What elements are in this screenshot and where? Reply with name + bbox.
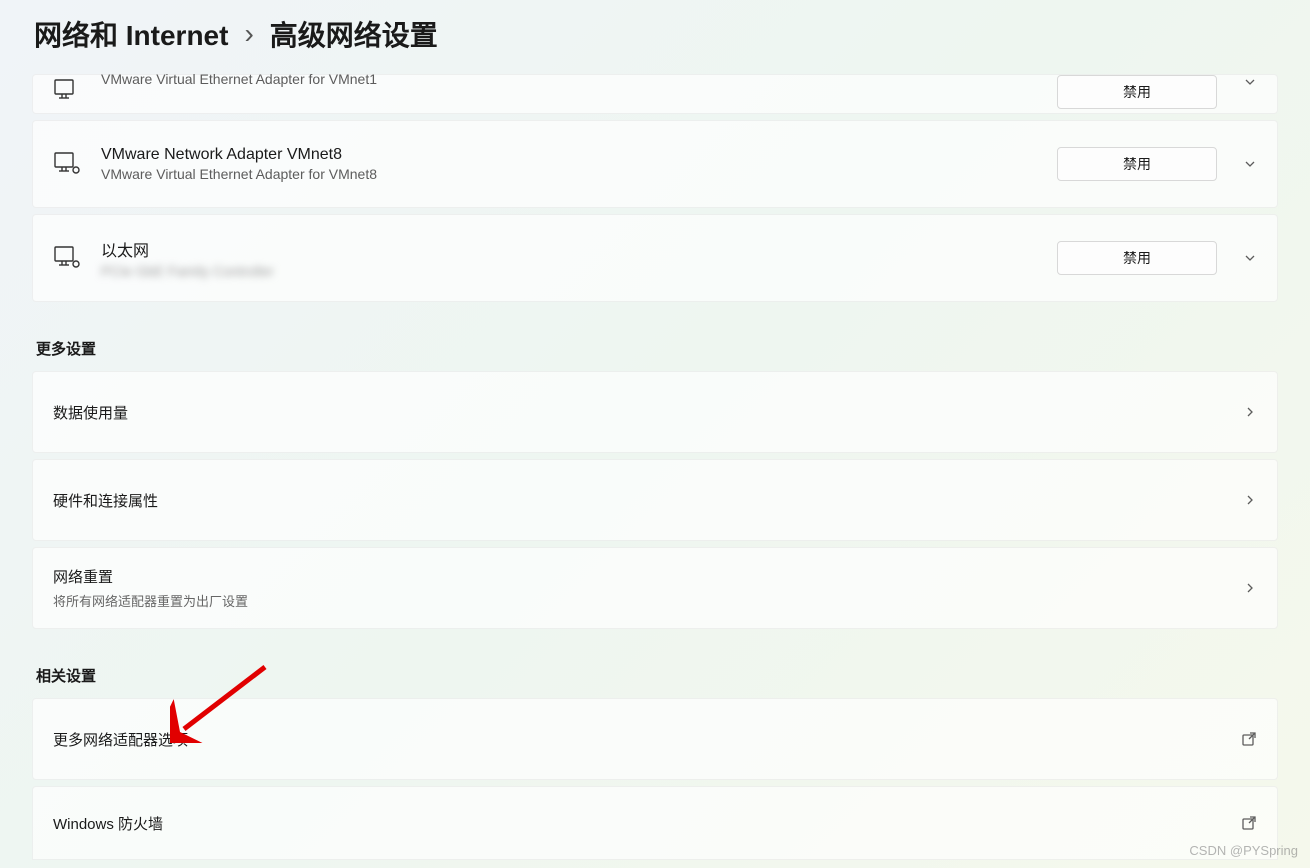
chevron-right-icon: [1243, 493, 1257, 507]
ethernet-icon: [53, 150, 81, 178]
nav-title: Windows 防火墙: [53, 813, 1241, 834]
section-related-settings: 相关设置: [36, 665, 1278, 686]
breadcrumb-current: 高级网络设置: [270, 14, 438, 54]
disable-button[interactable]: 禁用: [1057, 147, 1217, 181]
chevron-right-icon: [1243, 581, 1257, 595]
adapter-row-vmnet1[interactable]: VMware Virtual Ethernet Adapter for VMne…: [32, 74, 1278, 114]
watermark: CSDN @PYSpring: [1189, 843, 1298, 858]
external-link-icon: [1241, 815, 1257, 831]
chevron-down-icon[interactable]: [1217, 251, 1257, 265]
adapter-subtitle-blurred: PCIe GbE Family Controller: [101, 263, 1057, 279]
nav-hardware-properties[interactable]: 硬件和连接属性: [32, 459, 1278, 541]
section-more-settings: 更多设置: [36, 338, 1278, 359]
nav-title: 数据使用量: [53, 402, 1243, 423]
chevron-down-icon[interactable]: [1217, 75, 1257, 89]
adapter-row-ethernet[interactable]: 以太网 PCIe GbE Family Controller 禁用: [32, 214, 1278, 302]
nav-title: 硬件和连接属性: [53, 490, 1243, 511]
disable-button[interactable]: 禁用: [1057, 75, 1217, 109]
external-link-icon: [1241, 731, 1257, 747]
nav-data-usage[interactable]: 数据使用量: [32, 371, 1278, 453]
disable-button[interactable]: 禁用: [1057, 241, 1217, 275]
adapter-subtitle: VMware Virtual Ethernet Adapter for VMne…: [101, 71, 1057, 87]
nav-windows-firewall[interactable]: Windows 防火墙: [32, 786, 1278, 860]
adapter-subtitle: VMware Virtual Ethernet Adapter for VMne…: [101, 166, 1057, 182]
nav-title: 网络重置: [53, 566, 1243, 587]
adapter-row-vmnet8[interactable]: VMware Network Adapter VMnet8 VMware Vir…: [32, 120, 1278, 208]
breadcrumb-parent[interactable]: 网络和 Internet: [34, 14, 228, 54]
breadcrumb-separator: ›: [244, 18, 253, 50]
nav-network-reset[interactable]: 网络重置 将所有网络适配器重置为出厂设置: [32, 547, 1278, 629]
nav-more-adapter-options[interactable]: 更多网络适配器选项: [32, 698, 1278, 780]
breadcrumb: 网络和 Internet › 高级网络设置: [0, 0, 1310, 74]
adapter-title: 以太网: [101, 237, 1057, 261]
ethernet-icon: [53, 244, 81, 272]
ethernet-icon: [53, 75, 81, 103]
adapter-title: VMware Network Adapter VMnet8: [101, 146, 1057, 164]
nav-subtitle: 将所有网络适配器重置为出厂设置: [53, 591, 1243, 610]
chevron-right-icon: [1243, 405, 1257, 419]
nav-title: 更多网络适配器选项: [53, 729, 1241, 750]
chevron-down-icon[interactable]: [1217, 157, 1257, 171]
